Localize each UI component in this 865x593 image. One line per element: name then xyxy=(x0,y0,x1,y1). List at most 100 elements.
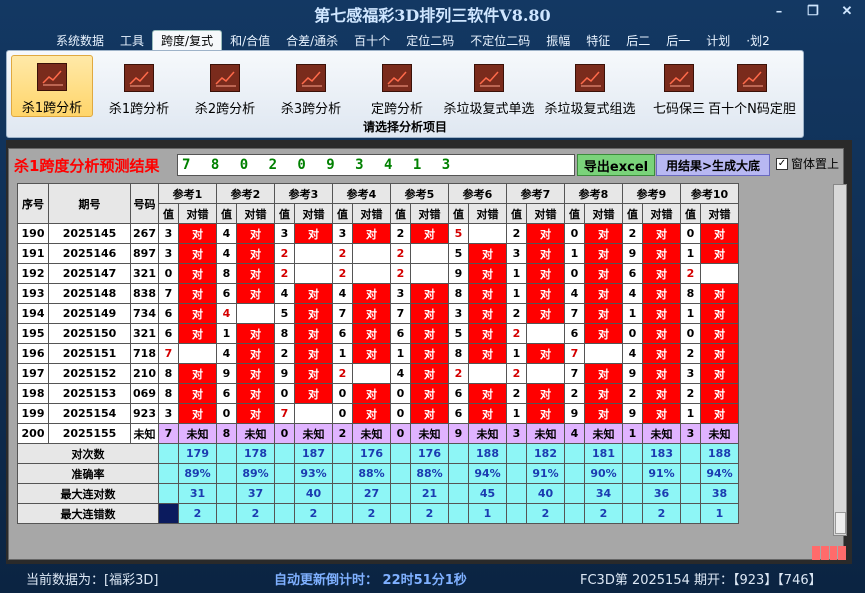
ref-value: 0 xyxy=(564,223,585,244)
ref-result xyxy=(584,343,623,364)
generate-base-button[interactable]: 用结果>生成大底 xyxy=(656,154,770,176)
ref-result xyxy=(352,243,391,264)
menu-item[interactable]: 和/合值 xyxy=(222,30,278,50)
menu-item[interactable]: 计划 xyxy=(698,30,738,50)
ribbon-button[interactable]: 杀垃圾复式单选 xyxy=(427,55,551,117)
menu-item[interactable]: 系统数据 xyxy=(48,30,112,50)
summary-value: 93% xyxy=(294,463,333,484)
menu-item[interactable]: 不定位二码 xyxy=(462,30,538,50)
table-row[interactable]: 191 2025146 897 3 对 4 对 2 2 2 5 对 3 对 1 对 9 对 1 对 xyxy=(17,243,739,264)
ref-result: 对 xyxy=(584,303,623,324)
summary-value: 2 xyxy=(410,503,449,524)
export-excel-button[interactable]: 导出excel xyxy=(577,154,655,176)
ref-value: 2 xyxy=(390,263,411,284)
value-header: 值 xyxy=(448,203,469,224)
ref-value: 4 xyxy=(216,303,237,324)
vertical-scrollbar[interactable] xyxy=(833,184,847,536)
ref-result: 对 xyxy=(468,383,507,404)
result-value-field[interactable]: 7 8 0 2 0 9 3 4 1 3 xyxy=(177,154,575,176)
table-row[interactable]: 194 2025149 734 6 对 4 5 对 7 对 7 对 3 对 2 对 7 对 1 对 1 对 xyxy=(17,303,739,324)
menu-item[interactable]: 定位二码 xyxy=(398,30,462,50)
menu-item[interactable]: 特征 xyxy=(578,30,618,50)
summary-spacer xyxy=(564,483,585,504)
menu-item[interactable]: ·划2 xyxy=(738,30,777,50)
ref-value: 1 xyxy=(680,303,701,324)
row-number: 267 xyxy=(130,223,159,244)
row-period: 2025151 xyxy=(48,343,131,364)
table-row[interactable]: 198 2025153 069 8 对 6 对 0 对 0 对 0 对 6 对 2 对 2 对 2 对 2 对 xyxy=(17,383,739,404)
summary-spacer xyxy=(564,503,585,524)
summary-spacer xyxy=(622,483,643,504)
ref-result: 对 xyxy=(178,223,217,244)
ref-result: 对 xyxy=(236,243,275,264)
table-row[interactable]: 195 2025150 321 6 对 1 对 8 对 6 对 6 对 5 对 2 6 对 0 对 0 对 xyxy=(17,323,739,344)
summary-spacer xyxy=(506,463,527,484)
summary-value: 90% xyxy=(584,463,623,484)
ref-value: 4 xyxy=(332,283,353,304)
ref-result: 对 xyxy=(526,403,565,424)
row-period: 2025155 xyxy=(48,423,131,444)
row-number: 718 xyxy=(130,343,159,364)
ref-result: 对 xyxy=(352,223,391,244)
menu-item[interactable]: 后二 xyxy=(618,30,658,50)
close-button[interactable]: ✕ xyxy=(835,4,859,19)
ribbon-button[interactable]: 杀2跨分析 xyxy=(183,55,267,117)
table-row[interactable]: 196 2025151 718 7 4 对 2 对 1 对 1 对 8 对 1 对 7 4 对 2 对 xyxy=(17,343,739,364)
maximize-button[interactable]: ❐ xyxy=(801,4,825,19)
ref-result: 对 xyxy=(526,243,565,264)
summary-spacer xyxy=(506,503,527,524)
summary-value: 38 xyxy=(700,483,739,504)
correct-header: 对错 xyxy=(236,203,275,224)
resize-grip[interactable] xyxy=(812,546,846,560)
table-row[interactable]: 199 2025154 923 3 对 0 对 7 0 对 0 对 6 对 1 对 9 对 9 对 1 对 xyxy=(17,403,739,424)
ontop-checkbox[interactable]: ✓ 窗体置上 xyxy=(776,155,839,172)
summary-spacer xyxy=(390,443,411,464)
ref-result xyxy=(526,323,565,344)
summary-value: 31 xyxy=(178,483,217,504)
ribbon-button[interactable]: 杀1跨分析 xyxy=(97,55,181,117)
ref-value: 6 xyxy=(564,323,585,344)
menu-item[interactable]: 跨度/复式 xyxy=(152,30,223,50)
summary-value: 181 xyxy=(584,443,623,464)
menu-item[interactable]: 工具 xyxy=(112,30,152,50)
summary-value: 34 xyxy=(584,483,623,504)
ribbon-button[interactable]: 杀垃圾复式组选 xyxy=(537,55,643,117)
ref-value: 2 xyxy=(680,383,701,404)
ref-value: 4 xyxy=(390,363,411,384)
row-seq: 195 xyxy=(17,323,49,344)
ribbon-button[interactable]: 百十个N码定胆 xyxy=(703,55,801,117)
ref-result: 对 xyxy=(642,223,681,244)
grip-block xyxy=(812,546,820,560)
checkbox-icon[interactable]: ✓ xyxy=(776,157,788,170)
ribbon-button[interactable]: 杀3跨分析 xyxy=(269,55,353,117)
summary-value: 2 xyxy=(584,503,623,524)
ref-value: 5 xyxy=(274,303,295,324)
row-number: 未知 xyxy=(130,423,159,444)
col-period-header: 期号 xyxy=(48,183,131,224)
analysis-table: 序号 期号 号码 参考1 参考2 参考3 参考4 参考5 参考6 参考7 参考8 参考9 参考10 值对错… xyxy=(17,183,739,524)
table-row[interactable]: 200 2025155 未知 7 未知 8 未知 0 未知 2 未知 0 未知 9 未知 3 未知 4 未知 1 未知 3… xyxy=(17,423,739,444)
menu-item[interactable]: 合差/通杀 xyxy=(278,30,346,50)
menu-item[interactable]: 后一 xyxy=(658,30,698,50)
summary-spacer xyxy=(390,503,411,524)
ref-value: 6 xyxy=(158,323,179,344)
ref-result xyxy=(294,403,333,424)
summary-value: 27 xyxy=(352,483,391,504)
row-number: 321 xyxy=(130,263,159,284)
ref-result: 对 xyxy=(178,243,217,264)
minimize-button[interactable]: – xyxy=(767,4,791,19)
ribbon-button[interactable]: 杀1跨分析 xyxy=(11,55,93,117)
scrollbar-thumb[interactable] xyxy=(835,512,846,534)
ref-result: 对 xyxy=(352,303,391,324)
ref-result: 未知 xyxy=(526,423,565,444)
table-row[interactable]: 192 2025147 321 0 对 8 对 2 2 2 9 对 1 对 0 对 6 对 2 xyxy=(17,263,739,284)
table-row[interactable]: 197 2025152 210 8 对 9 对 9 对 2 4 对 2 2 7 对 9 对 3 对 xyxy=(17,363,739,384)
menu-item[interactable]: 振幅 xyxy=(538,30,578,50)
menu-item[interactable]: 百十个 xyxy=(346,30,398,50)
summary-spacer xyxy=(680,483,701,504)
ref-value: 6 xyxy=(448,403,469,424)
table-row[interactable]: 190 2025145 267 3 对 4 对 3 对 3 对 2 对 5 2 对 0 对 2 对 0 对 xyxy=(17,223,739,244)
correct-header: 对错 xyxy=(700,203,739,224)
ref-result: 未知 xyxy=(584,423,623,444)
table-row[interactable]: 193 2025148 838 7 对 6 对 4 对 4 对 3 对 8 对 1 对 4 对 4 对 8 对 xyxy=(17,283,739,304)
